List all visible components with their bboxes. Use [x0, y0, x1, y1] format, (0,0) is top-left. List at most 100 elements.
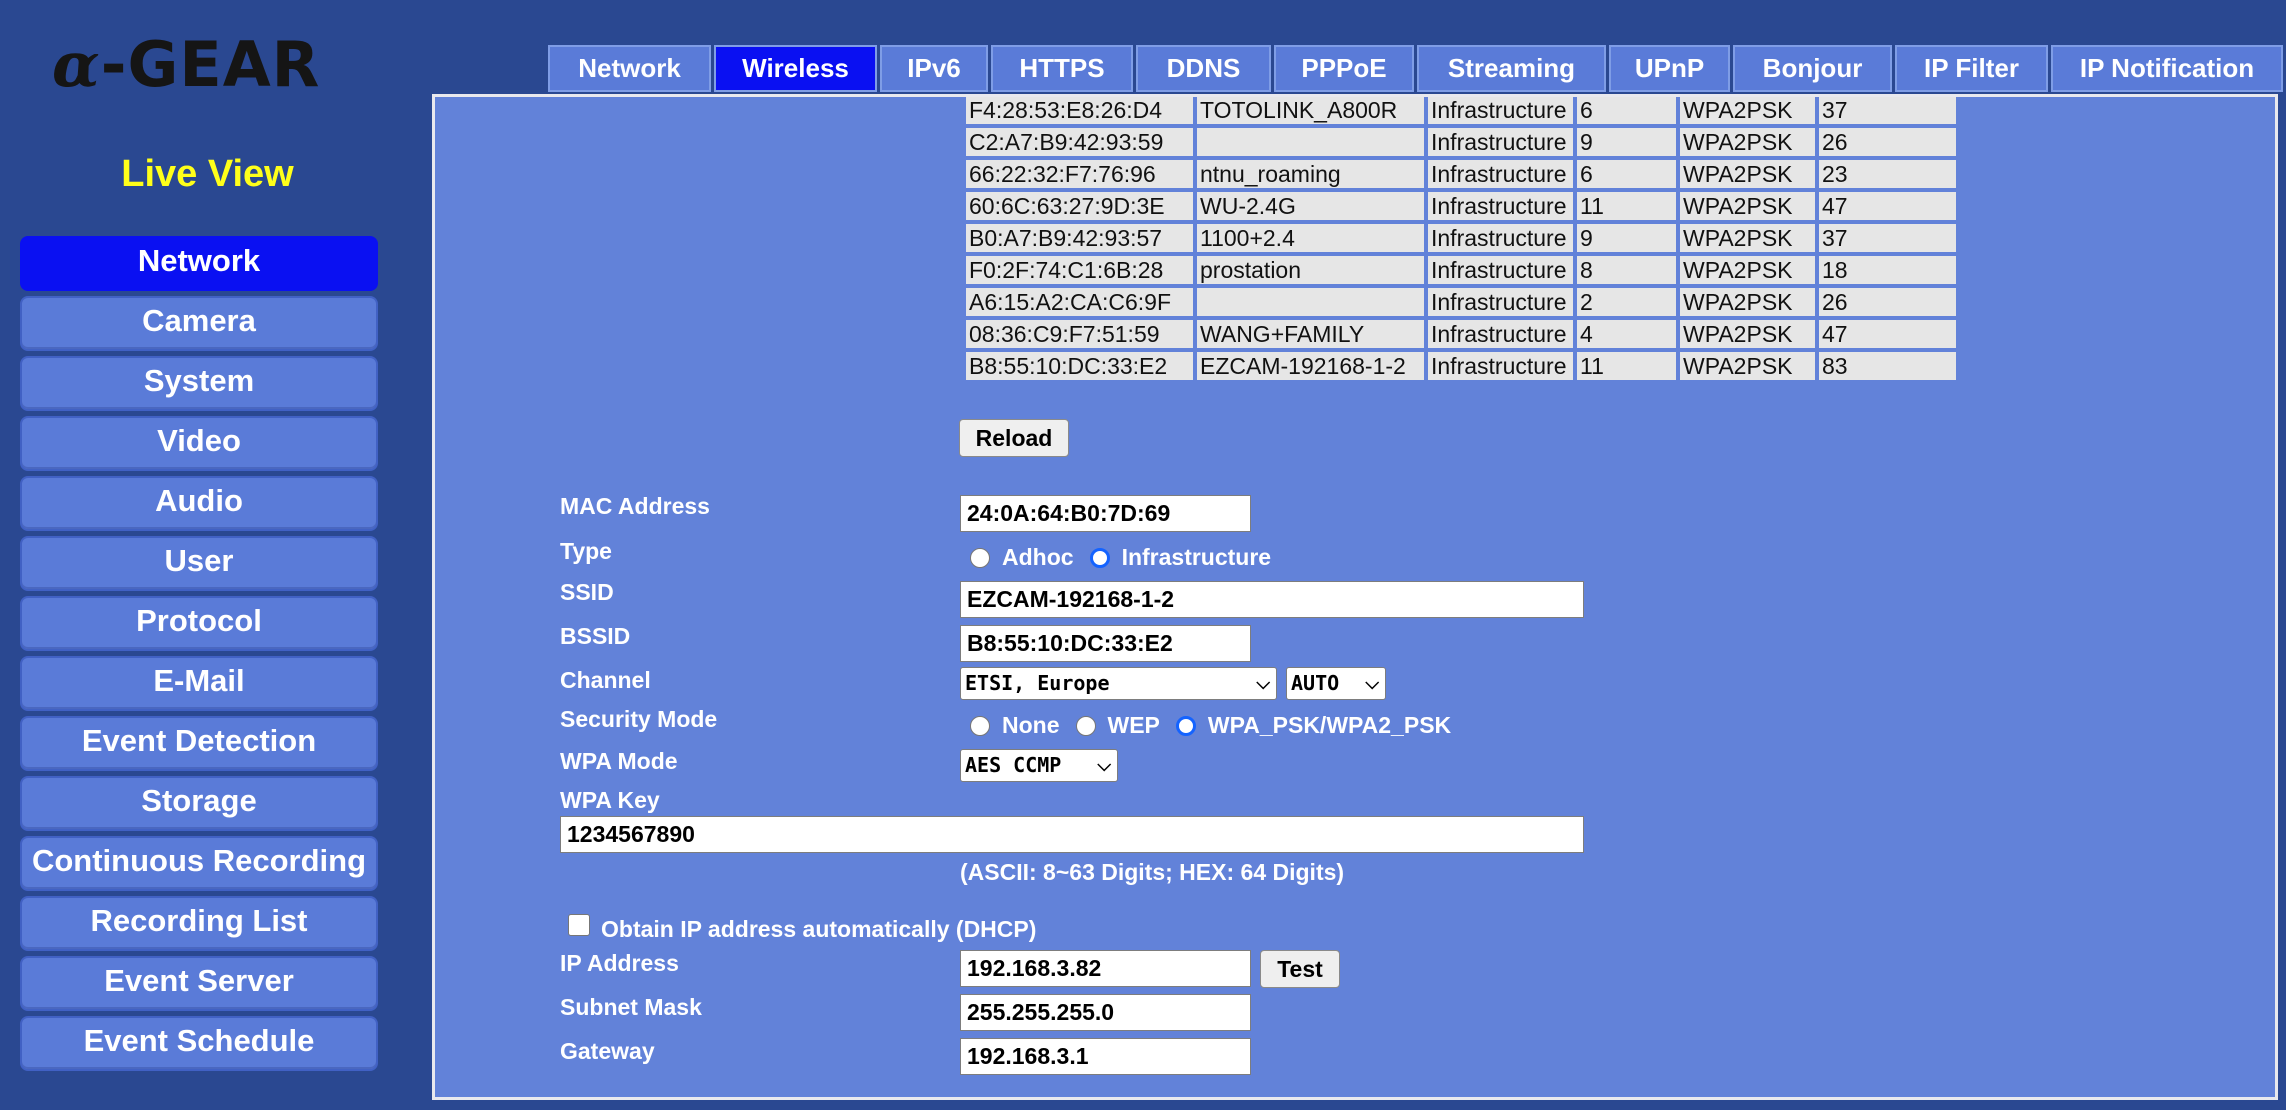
tab-ip-filter[interactable]: IP Filter: [1895, 45, 2048, 92]
wpa-mode-value: AES CCMP: [965, 753, 1062, 777]
signal-cell: 47: [1819, 320, 1956, 348]
security-cell: WPA2PSK: [1680, 256, 1815, 284]
network-type-cell: Infrastructure: [1428, 224, 1573, 252]
ssid-cell: WANG+FAMILY: [1197, 320, 1424, 348]
ip-address-input[interactable]: 192.168.3.82: [960, 950, 1251, 987]
channel-cell: 9: [1577, 128, 1676, 156]
tab-ipv6[interactable]: IPv6: [880, 45, 988, 92]
mac-address-field[interactable]: 24:0A:64:B0:7D:69: [960, 495, 1251, 532]
tab-upnp[interactable]: UPnP: [1609, 45, 1730, 92]
sidebar-item-audio[interactable]: Audio: [20, 476, 378, 531]
test-button[interactable]: Test: [1260, 950, 1340, 988]
channel-cell: 4: [1577, 320, 1676, 348]
sidebar-item-continuous-recording[interactable]: Continuous Recording: [20, 836, 378, 891]
signal-cell: 23: [1819, 160, 1956, 188]
sidebar-item-camera[interactable]: Camera: [20, 296, 378, 351]
table-row[interactable]: F0:2F:74:C1:6B:28 prostation Infrastructur…: [966, 256, 1956, 284]
table-row[interactable]: 08:36:C9:F7:51:59 WANG+FAMILY Infrastructu…: [966, 320, 1956, 348]
site-survey-table: F4:28:53:E8:26:D4 TOTOLINK_A800R Infrastru…: [962, 97, 1960, 384]
security-cell: WPA2PSK: [1680, 352, 1815, 380]
security-cell: WPA2PSK: [1680, 128, 1815, 156]
sidebar-item-storage[interactable]: Storage: [20, 776, 378, 831]
dhcp-checkbox[interactable]: [568, 914, 590, 936]
bssid-cell: 66:22:32:F7:76:96: [966, 160, 1193, 188]
network-type-cell: Infrastructure: [1428, 160, 1573, 188]
table-row[interactable]: B0:A7:B9:42:93:57 1100+2.4 Infrastructure 9…: [966, 224, 1956, 252]
ssid-cell: TOTOLINK_A800R: [1197, 97, 1424, 124]
sidebar-item-recording-list[interactable]: Recording List: [20, 896, 378, 951]
network-type-cell: Infrastructure: [1428, 352, 1573, 380]
reload-button[interactable]: Reload: [959, 419, 1069, 457]
logo-alpha: α: [52, 28, 101, 101]
sidebar-item-user[interactable]: User: [20, 536, 378, 591]
tab-pppoe[interactable]: PPPoE: [1274, 45, 1414, 92]
sidebar-item-event-schedule[interactable]: Event Schedule: [20, 1016, 378, 1071]
subnet-mask-input[interactable]: 255.255.255.0: [960, 994, 1251, 1031]
mac-address-label: MAC Address: [560, 493, 710, 519]
channel-cell: 6: [1577, 97, 1676, 124]
security-none-label: None: [1002, 712, 1060, 738]
sidebar-item-network[interactable]: Network: [20, 236, 378, 291]
security-wpa-label: WPA_PSK/WPA2_PSK: [1207, 712, 1452, 738]
sidebar-item-protocol[interactable]: Protocol: [20, 596, 378, 651]
wpa-key-hint: (ASCII: 8~63 Digits; HEX: 64 Digits): [960, 859, 1345, 885]
ssid-cell: [1197, 128, 1424, 156]
chevron-down-icon: ⌵: [1365, 673, 1379, 694]
network-type-cell: Infrastructure: [1428, 97, 1573, 124]
tab-network[interactable]: Network: [548, 45, 711, 92]
wpa-key-input[interactable]: 1234567890: [560, 816, 1584, 853]
table-row[interactable]: C2:A7:B9:42:93:59 Infrastructure 9 WPA2PSK 2…: [966, 128, 1956, 156]
ssid-cell: prostation: [1197, 256, 1424, 284]
bssid-cell: F0:2F:74:C1:6B:28: [966, 256, 1193, 284]
tab-wireless[interactable]: Wireless: [714, 45, 877, 92]
table-row[interactable]: 66:22:32:F7:76:96 ntnu_roaming Infrastruct…: [966, 160, 1956, 188]
security-cell: WPA2PSK: [1680, 192, 1815, 220]
tab-ip-notification[interactable]: IP Notification: [2051, 45, 2283, 92]
sidebar-item-system[interactable]: System: [20, 356, 378, 411]
bssid-cell: B0:A7:B9:42:93:57: [966, 224, 1193, 252]
type-adhoc-radio[interactable]: [970, 547, 990, 568]
signal-cell: 47: [1819, 192, 1956, 220]
dhcp-label: Obtain IP address automatically (DHCP): [601, 916, 1037, 942]
signal-cell: 83: [1819, 352, 1956, 380]
security-wep-radio[interactable]: [1075, 715, 1096, 736]
bssid-field[interactable]: B8:55:10:DC:33:E2: [960, 625, 1251, 662]
wpa-mode-select[interactable]: AES CCMP ⌵: [960, 749, 1118, 782]
channel-region-select[interactable]: ETSI, Europe ⌵: [960, 667, 1277, 700]
sidebar-item-email[interactable]: E-Mail: [20, 656, 378, 711]
channel-select[interactable]: AUTO ⌵: [1286, 667, 1386, 700]
tab-streaming[interactable]: Streaming: [1417, 45, 1606, 92]
security-none-radio[interactable]: [970, 715, 990, 736]
network-type-cell: Infrastructure: [1428, 256, 1573, 284]
live-view-link[interactable]: Live View: [0, 153, 415, 196]
table-row[interactable]: 60:6C:63:27:9D:3E WU-2.4G Infrastructure 11…: [966, 192, 1956, 220]
sidebar-item-event-detection[interactable]: Event Detection: [20, 716, 378, 771]
table-row[interactable]: F4:28:53:E8:26:D4 TOTOLINK_A800R Infrastru…: [966, 97, 1956, 124]
gateway-input[interactable]: 192.168.3.1: [960, 1038, 1251, 1075]
security-cell: WPA2PSK: [1680, 160, 1815, 188]
security-wep-label: WEP: [1107, 712, 1160, 738]
type-infrastructure-radio[interactable]: [1089, 547, 1110, 568]
gateway-label: Gateway: [560, 1038, 655, 1064]
sidebar-item-event-server[interactable]: Event Server: [20, 956, 378, 1011]
tab-https[interactable]: HTTPS: [991, 45, 1133, 92]
wireless-settings-panel: F4:28:53:E8:26:D4 TOTOLINK_A800R Infrastru…: [432, 94, 2278, 1100]
sidebar: Network Camera System Video Audio User P…: [20, 236, 378, 1076]
security-wpa-radio[interactable]: [1175, 715, 1196, 736]
ssid-cell: EZCAM-192168-1-2: [1197, 352, 1424, 380]
table-row[interactable]: B8:55:10:DC:33:E2 EZCAM-192168-1-2 Infrast…: [966, 352, 1956, 380]
network-type-cell: Infrastructure: [1428, 192, 1573, 220]
channel-cell: 8: [1577, 256, 1676, 284]
ssid-input[interactable]: EZCAM-192168-1-2: [960, 581, 1584, 618]
signal-cell: 26: [1819, 128, 1956, 156]
sidebar-item-video[interactable]: Video: [20, 416, 378, 471]
tab-ddns[interactable]: DDNS: [1136, 45, 1271, 92]
tab-bonjour[interactable]: Bonjour: [1733, 45, 1892, 92]
bssid-cell: B8:55:10:DC:33:E2: [966, 352, 1193, 380]
wpa-mode-label: WPA Mode: [560, 748, 678, 774]
ssid-cell: [1197, 288, 1424, 316]
channel-cell: 9: [1577, 224, 1676, 252]
signal-cell: 26: [1819, 288, 1956, 316]
table-row[interactable]: A6:15:A2:CA:C6:9F Infrastructure 2 WPA2PSK 2…: [966, 288, 1956, 316]
signal-cell: 18: [1819, 256, 1956, 284]
